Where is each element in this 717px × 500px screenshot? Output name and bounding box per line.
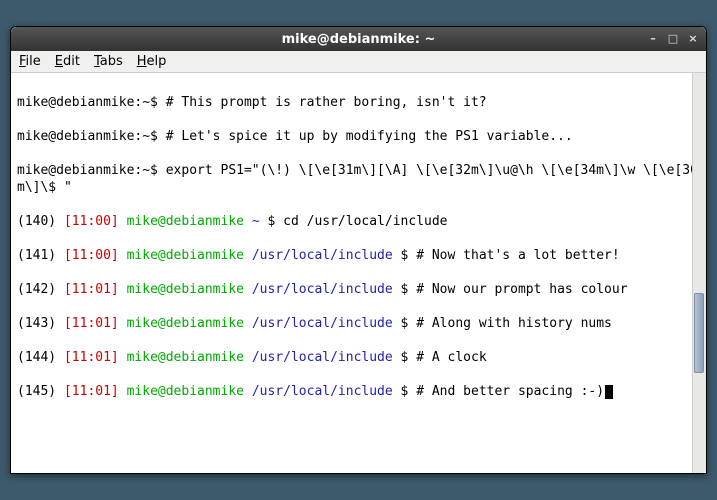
old-prompt: mike@debianmike:~$ [17, 163, 158, 178]
command-text: # Along with history nums [416, 316, 612, 331]
terminal-area[interactable]: mike@debianmike:~$ # This prompt is rath… [11, 73, 706, 473]
dollar-prompt: $ [401, 350, 409, 365]
time-prompt: [11:00] [64, 248, 119, 263]
command-text: # Now that's a lot better! [416, 248, 620, 263]
dollar-prompt: $ [267, 214, 275, 229]
history-num: (141) [17, 248, 56, 263]
history-num: (143) [17, 316, 56, 331]
userhost-prompt: mike@debianmike [127, 316, 244, 331]
minimize-icon[interactable]: – [646, 31, 660, 45]
command-text: # And better spacing :-) [416, 384, 604, 399]
time-prompt: [11:01] [64, 316, 119, 331]
userhost-prompt: mike@debianmike [127, 214, 244, 229]
history-num: (142) [17, 282, 56, 297]
history-num: (140) [17, 214, 56, 229]
menu-file[interactable]: File [19, 54, 41, 69]
scrollbar-thumb[interactable] [694, 293, 704, 373]
window-title: mike@debianmike: ~ [282, 32, 436, 47]
dollar-prompt: $ [401, 384, 409, 399]
terminal-line: (143) [11:01] mike@debianmike /usr/local… [17, 315, 700, 332]
userhost-prompt: mike@debianmike [127, 282, 244, 297]
history-num: (145) [17, 384, 56, 399]
path-prompt: ~ [252, 214, 260, 229]
maximize-icon[interactable]: □ [666, 31, 680, 45]
command-text: # Now our prompt has colour [416, 282, 627, 297]
terminal-line: mike@debianmike:~$ export PS1="(\!) \[\e… [17, 162, 700, 196]
userhost-prompt: mike@debianmike [127, 248, 244, 263]
time-prompt: [11:01] [64, 384, 119, 399]
terminal-line: (142) [11:01] mike@debianmike /usr/local… [17, 281, 700, 298]
old-prompt: mike@debianmike:~$ [17, 95, 158, 110]
menubar: File Edit Tabs Help [11, 51, 706, 73]
time-prompt: [11:00] [64, 214, 119, 229]
path-prompt: /usr/local/include [252, 282, 393, 297]
window-controls: – □ × [646, 31, 700, 45]
dollar-prompt: $ [401, 282, 409, 297]
path-prompt: /usr/local/include [252, 350, 393, 365]
path-prompt: /usr/local/include [252, 248, 393, 263]
path-prompt: /usr/local/include [252, 316, 393, 331]
old-prompt: mike@debianmike:~$ [17, 129, 158, 144]
terminal-line: (140) [11:00] mike@debianmike ~ $ cd /us… [17, 213, 700, 230]
scrollbar-track[interactable] [692, 73, 706, 473]
command-text: # This prompt is rather boring, isn't it… [166, 95, 487, 110]
userhost-prompt: mike@debianmike [127, 384, 244, 399]
command-text: cd /usr/local/include [283, 214, 447, 229]
terminal-line: (144) [11:01] mike@debianmike /usr/local… [17, 349, 700, 366]
history-num: (144) [17, 350, 56, 365]
terminal-line: mike@debianmike:~$ # This prompt is rath… [17, 94, 700, 111]
menu-tabs[interactable]: Tabs [94, 54, 123, 69]
time-prompt: [11:01] [64, 350, 119, 365]
userhost-prompt: mike@debianmike [127, 350, 244, 365]
command-text: # Let's spice it up by modifying the PS1… [166, 129, 573, 144]
cursor-icon [605, 385, 613, 399]
terminal-line: (141) [11:00] mike@debianmike /usr/local… [17, 247, 700, 264]
time-prompt: [11:01] [64, 282, 119, 297]
menu-help[interactable]: Help [137, 54, 167, 69]
terminal-window: mike@debianmike: ~ – □ × File Edit Tabs … [10, 26, 707, 474]
menu-edit[interactable]: Edit [55, 54, 80, 69]
terminal-line: (145) [11:01] mike@debianmike /usr/local… [17, 383, 700, 400]
path-prompt: /usr/local/include [252, 384, 393, 399]
terminal-line: mike@debianmike:~$ # Let's spice it up b… [17, 128, 700, 145]
command-text: # A clock [416, 350, 486, 365]
close-icon[interactable]: × [686, 31, 700, 45]
dollar-prompt: $ [401, 316, 409, 331]
dollar-prompt: $ [401, 248, 409, 263]
titlebar[interactable]: mike@debianmike: ~ – □ × [11, 27, 706, 51]
